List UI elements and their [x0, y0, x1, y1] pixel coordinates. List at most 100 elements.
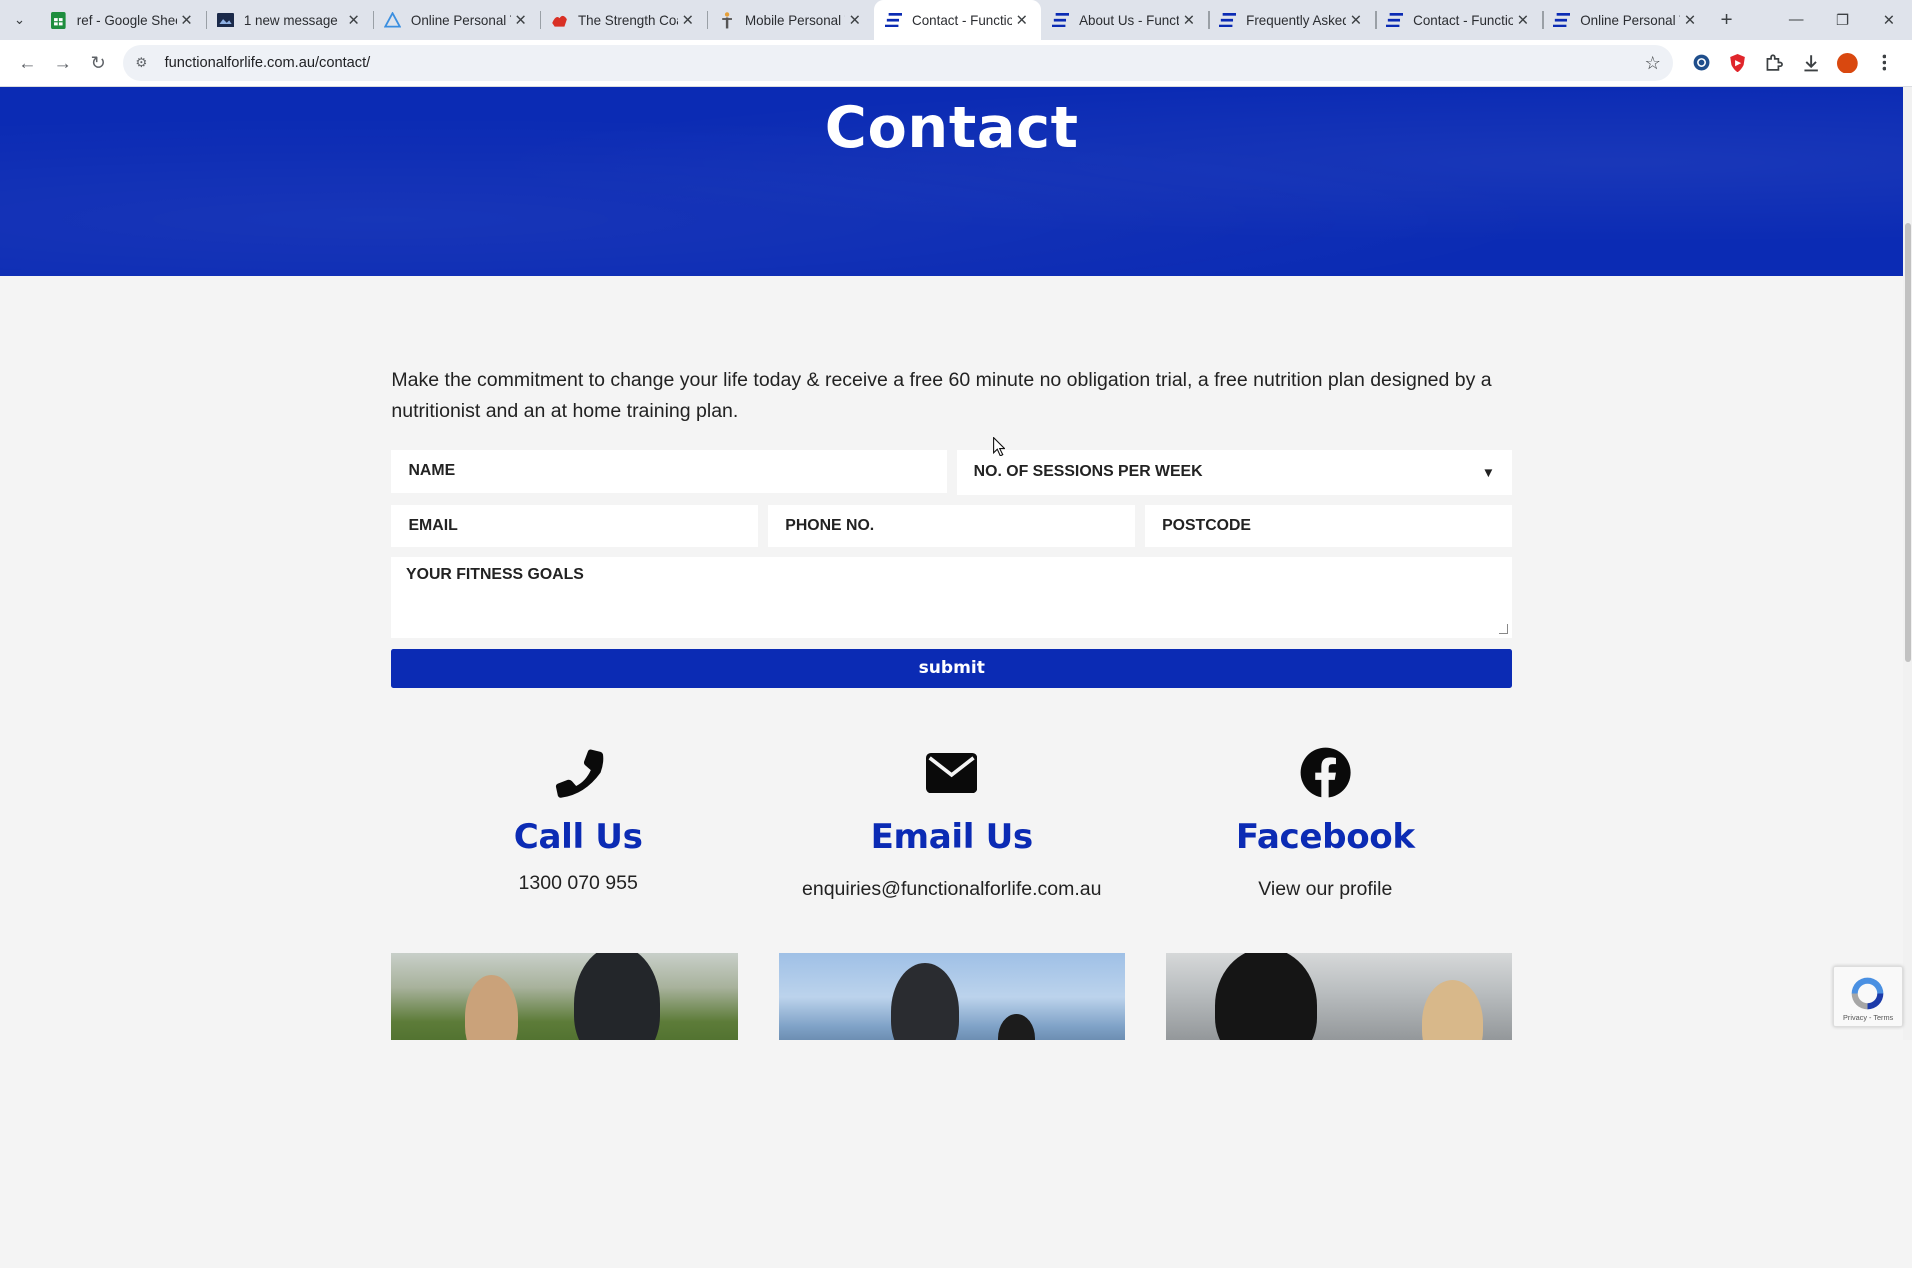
tab-contact-2[interactable]: Contact - Functional for Life ✕: [1375, 0, 1542, 40]
menu-kebab-icon[interactable]: [1866, 45, 1903, 80]
arrow-left-icon: ←: [18, 51, 37, 73]
forward-button[interactable]: →: [45, 45, 80, 80]
bookmark-star-icon[interactable]: ☆: [1644, 52, 1660, 74]
tab-title: Online Personal Training: [1580, 12, 1680, 28]
page-title: Contact: [824, 93, 1079, 161]
tab-about-us[interactable]: About Us - Functional for Life ✕: [1041, 0, 1208, 40]
functional-logo-icon: [1553, 12, 1571, 29]
postcode-placeholder: POSTCODE: [1162, 517, 1251, 535]
email-address[interactable]: enquiries@functionalforlife.com.au: [802, 878, 1101, 901]
address-bar[interactable]: ⚙ functionalforlife.com.au/contact/ ☆: [123, 45, 1674, 81]
phone-placeholder: PHONE NO.: [785, 517, 875, 535]
back-button[interactable]: ←: [10, 45, 45, 80]
intro-text: Make the commitment to change your life …: [391, 368, 1492, 423]
main-content: Make the commitment to change your life …: [391, 276, 1513, 1041]
figure-logo-icon: [718, 11, 735, 29]
tab-online-pt-2[interactable]: Online Personal Training ✕: [1542, 0, 1709, 40]
tab-title: Contact - Functional for Life: [1413, 12, 1513, 28]
tab-title: Mobile Personal Training: [744, 12, 845, 28]
tab-google-sheets[interactable]: ref - Google Sheets ✕: [39, 0, 206, 40]
functional-logo-icon: [1386, 12, 1404, 29]
functional-logo-icon: [1219, 12, 1237, 29]
postcode-input[interactable]: POSTCODE: [1145, 504, 1513, 548]
training-photo-beach: [778, 953, 1125, 1041]
chevron-down-icon: ⌄: [13, 12, 26, 28]
triangle-logo-icon: [384, 12, 402, 29]
scrollbar-thumb[interactable]: [1904, 223, 1911, 663]
tab-title: The Strength Coach: [577, 12, 678, 28]
close-icon[interactable]: ✕: [1179, 12, 1199, 29]
facebook-icon[interactable]: [1300, 747, 1351, 799]
minimize-icon[interactable]: —: [1773, 0, 1819, 40]
call-us-title: Call Us: [513, 816, 643, 857]
extension-globe-icon[interactable]: [1683, 45, 1720, 80]
name-input[interactable]: NAME: [391, 449, 947, 493]
submit-button[interactable]: submit: [391, 648, 1513, 688]
mouse-cursor-icon: [992, 436, 1005, 457]
reload-icon: ↻: [90, 51, 106, 73]
envelope-icon[interactable]: [926, 747, 978, 798]
extensions-puzzle-icon[interactable]: [1756, 45, 1793, 80]
close-window-icon[interactable]: ✕: [1866, 0, 1912, 40]
close-icon[interactable]: ✕: [344, 12, 364, 29]
extension-shield-icon[interactable]: [1719, 45, 1756, 80]
functional-logo-icon: [1052, 12, 1070, 29]
url-text: functionalforlife.com.au/contact/: [164, 54, 371, 71]
facebook-block: Facebook View our profile: [1139, 747, 1513, 900]
close-icon[interactable]: ✕: [678, 12, 698, 29]
new-tab-button[interactable]: +: [1709, 0, 1743, 40]
recaptcha-badge[interactable]: Privacy - Terms: [1832, 965, 1904, 1027]
form-row-1: NAME NO. OF SESSIONS PER WEEK ▼: [391, 449, 1513, 496]
resize-handle-icon[interactable]: [1498, 624, 1509, 635]
browser-window: ⌄ ref - Google Sheets ✕ 1 new message ✕ …: [0, 0, 1912, 1041]
tab-strength-coach[interactable]: The Strength Coach ✕: [540, 0, 707, 40]
mail-icon: [217, 12, 235, 29]
close-icon[interactable]: ✕: [1513, 12, 1533, 29]
tab-mobile-pt[interactable]: Mobile Personal Training ✕: [707, 0, 874, 40]
functional-logo-icon: [885, 12, 903, 29]
tab-search-button[interactable]: ⌄: [0, 0, 39, 40]
name-placeholder: NAME: [408, 462, 456, 480]
download-icon[interactable]: [1793, 45, 1830, 80]
fitness-goals-textarea[interactable]: YOUR FITNESS GOALS: [391, 557, 1513, 638]
google-sheets-icon: [50, 11, 67, 29]
page-scrollbar[interactable]: [1903, 86, 1912, 1041]
close-icon[interactable]: ✕: [1346, 12, 1366, 29]
tab-title: Contact - Functional for Life: [912, 12, 1012, 28]
restore-icon[interactable]: ❐: [1819, 0, 1865, 40]
tab-title: Online Personal Training: [410, 12, 511, 28]
close-icon[interactable]: ✕: [845, 12, 865, 29]
tab-contact-active[interactable]: Contact - Functional for Life ✕: [874, 0, 1042, 41]
sessions-select[interactable]: NO. OF SESSIONS PER WEEK ▼: [956, 449, 1513, 496]
goals-placeholder: YOUR FITNESS GOALS: [406, 565, 584, 583]
call-us-block: Call Us 1300 070 955: [391, 747, 765, 900]
email-us-title: Email Us: [870, 816, 1034, 857]
tab-faq[interactable]: Frequently Asked Questions ✕: [1208, 0, 1375, 40]
contact-methods: Call Us 1300 070 955 Email Us enquiries@…: [391, 747, 1512, 900]
phone-input[interactable]: PHONE NO.: [768, 504, 1136, 548]
close-icon[interactable]: ✕: [177, 12, 197, 29]
web-page: Contact Make the commitment to change yo…: [0, 86, 1904, 1041]
tab-message[interactable]: 1 new message ✕: [206, 0, 373, 40]
close-icon[interactable]: ✕: [1012, 12, 1032, 29]
recaptcha-terms[interactable]: Privacy - Terms: [1843, 1013, 1893, 1022]
reload-button[interactable]: ↻: [80, 45, 115, 80]
sessions-placeholder: NO. OF SESSIONS PER WEEK: [973, 463, 1203, 481]
training-photo-gym: [1165, 953, 1513, 1041]
email-placeholder: EMAIL: [408, 517, 458, 535]
facebook-profile-link[interactable]: View our profile: [1258, 878, 1392, 901]
site-settings-icon[interactable]: ⚙: [135, 55, 155, 71]
close-icon[interactable]: ✕: [511, 12, 531, 29]
profile-avatar[interactable]: [1829, 45, 1866, 80]
tab-online-pt[interactable]: Online Personal Training ✕: [373, 0, 540, 40]
form-row-2: EMAIL PHONE NO. POSTCODE: [391, 504, 1513, 548]
close-icon[interactable]: ✕: [1680, 12, 1700, 29]
phone-number[interactable]: 1300 070 955: [519, 872, 638, 895]
hero-banner: Contact: [0, 86, 1904, 276]
facebook-title: Facebook: [1235, 816, 1415, 857]
recaptcha-icon: [1852, 977, 1884, 1010]
email-input[interactable]: EMAIL: [391, 504, 759, 548]
tab-title: 1 new message: [243, 12, 338, 28]
tab-title: ref - Google Sheets: [76, 12, 177, 28]
phone-icon[interactable]: [553, 747, 604, 799]
